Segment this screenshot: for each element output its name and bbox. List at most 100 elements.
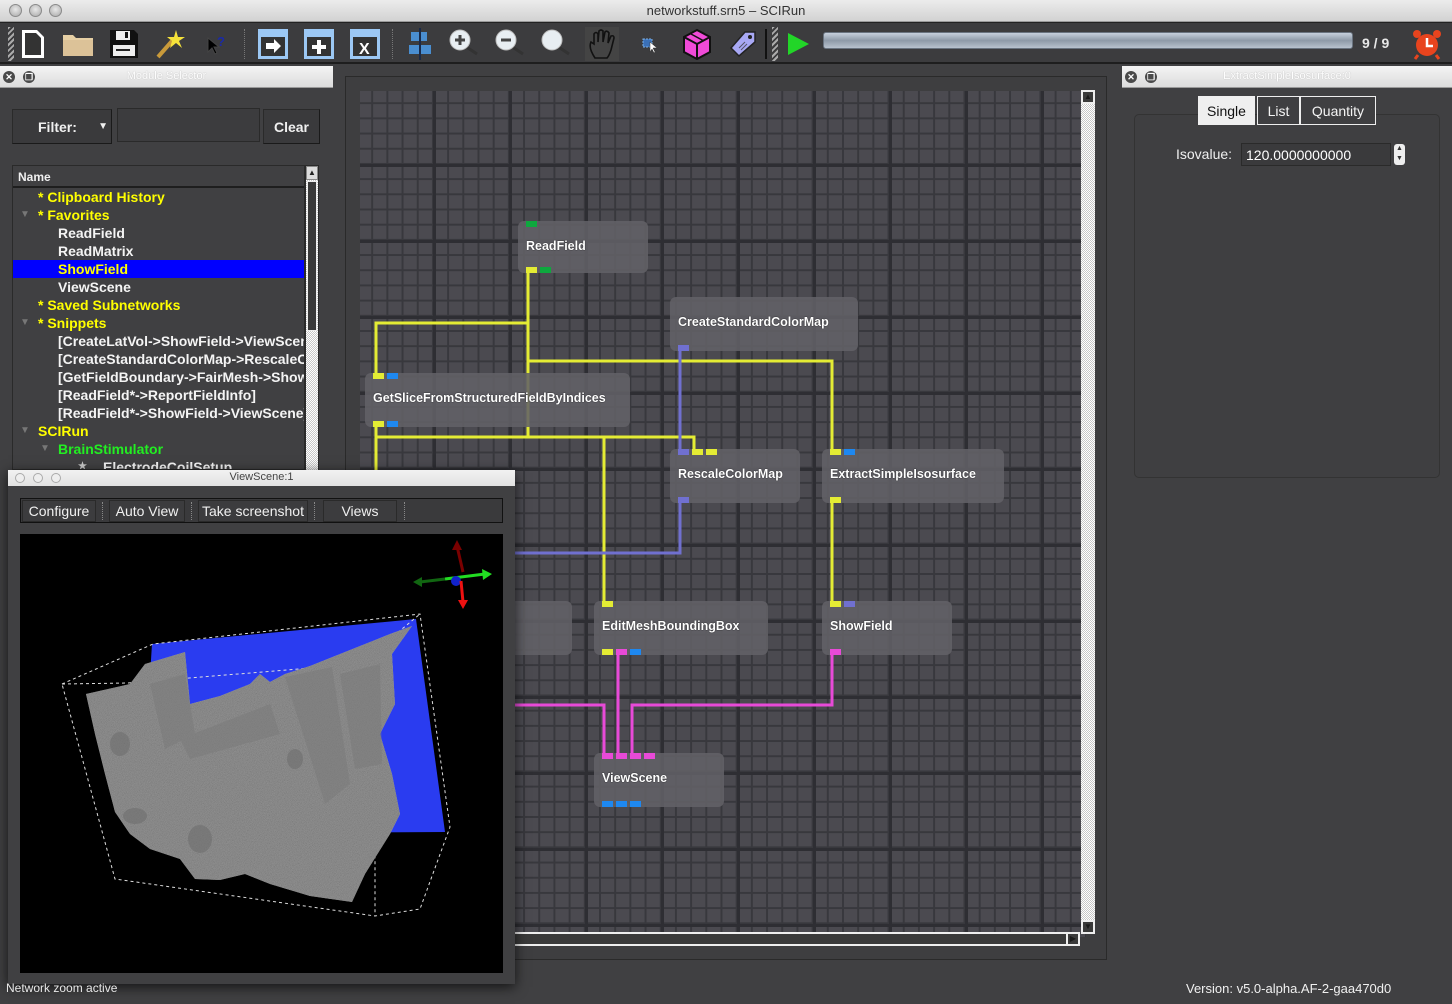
execute-all-button[interactable]	[781, 27, 815, 61]
new-network-button[interactable]	[16, 27, 50, 61]
input-port-geometry[interactable]	[616, 753, 627, 759]
module-getslice[interactable]: GetSliceFromStructuredFieldByIndices	[365, 373, 630, 427]
output-port-field[interactable]	[373, 421, 384, 427]
tree-item[interactable]: ShowField	[13, 260, 304, 278]
module-showfield[interactable]: ShowField	[822, 601, 952, 655]
output-port-dynamic[interactable]	[630, 801, 641, 807]
tree-item[interactable]: ★ ElectrodeCoilSetup	[13, 458, 304, 469]
isovalue-spinner[interactable]: ▲ ▼	[1394, 144, 1405, 165]
tree-item[interactable]: ▼ * Snippets	[13, 314, 304, 332]
zoom-reset-button[interactable]	[538, 27, 572, 61]
input-port-field[interactable]	[706, 449, 717, 455]
subnetwork-cube-button[interactable]	[680, 27, 714, 61]
tree-item[interactable]: [GetFieldBoundary->FairMesh->ShowField]	[13, 368, 304, 386]
module-editmeshboundingbox[interactable]: EditMeshBoundingBox	[594, 601, 768, 655]
module-viewscene[interactable]: ViewScene	[594, 753, 724, 807]
tree-item[interactable]: ▼ SCIRun	[13, 422, 304, 440]
magic-wand-button[interactable]	[153, 27, 187, 61]
alarm-button[interactable]	[1410, 27, 1444, 61]
tree-item[interactable]: ▼ * Favorites	[13, 206, 304, 224]
zoom-in-button[interactable]	[446, 27, 480, 61]
zoom-out-button[interactable]	[492, 27, 526, 61]
output-port-dynamic[interactable]	[387, 421, 398, 427]
filter-dropdown[interactable]: Filter: ▼	[12, 109, 112, 144]
expand-arrow-icon[interactable]: ▼	[40, 440, 50, 458]
input-port-field[interactable]	[373, 373, 384, 379]
input-port-field[interactable]	[830, 449, 841, 455]
output-port-geometry[interactable]	[616, 649, 627, 655]
input-port-geometry[interactable]	[602, 753, 613, 759]
output-port-colormap[interactable]	[678, 345, 689, 351]
output-port-field[interactable]	[602, 649, 613, 655]
output-port-colormap[interactable]	[678, 497, 689, 503]
toolbar-grip[interactable]	[8, 27, 14, 61]
expand-arrow-icon[interactable]: ▼	[20, 206, 30, 224]
input-port-field[interactable]	[602, 601, 613, 607]
tree-item[interactable]: ReadMatrix	[13, 242, 304, 260]
isovalue-input[interactable]	[1241, 143, 1391, 166]
whats-this-button[interactable]: ?	[199, 27, 233, 61]
connection-wire[interactable]	[500, 503, 682, 555]
dock-arrow-button[interactable]	[256, 27, 290, 61]
open-network-button[interactable]	[61, 27, 95, 61]
tab-quantity[interactable]: Quantity	[1300, 96, 1376, 125]
tree-item[interactable]: ReadField	[13, 224, 304, 242]
scroll-up-icon[interactable]: ▲	[306, 166, 318, 180]
viewscene-titlebar[interactable]: ViewScene:1	[8, 470, 515, 486]
scroll-right-icon[interactable]: ▶	[1066, 932, 1080, 946]
output-port-field[interactable]	[830, 497, 841, 503]
connection-wire[interactable]	[374, 273, 530, 373]
output-port-geometry[interactable]	[830, 649, 841, 655]
output-port-dynamic[interactable]	[616, 801, 627, 807]
views-button[interactable]: Views	[323, 500, 397, 522]
tree-item[interactable]: * Clipboard History	[13, 188, 304, 206]
input-port-geometry[interactable]	[630, 753, 641, 759]
align-modules-button[interactable]	[403, 27, 437, 61]
input-port-dynamic[interactable]	[844, 449, 855, 455]
scroll-down-icon[interactable]: ▼	[1081, 920, 1095, 934]
tag-button[interactable]	[726, 27, 760, 61]
configure-button[interactable]: Configure	[22, 500, 96, 522]
scrollbar-thumb[interactable]	[307, 181, 317, 331]
pan-mode-button[interactable]	[585, 27, 619, 61]
module-extractsimpleisosurface[interactable]: ExtractSimpleIsosurface	[822, 449, 1004, 503]
expand-arrow-icon[interactable]: ▼	[20, 314, 30, 332]
take-screenshot-button[interactable]: Take screenshot	[198, 500, 308, 522]
input-port-matrix[interactable]	[526, 221, 537, 227]
input-port-dynamic[interactable]	[387, 373, 398, 379]
module-rescalecolormap[interactable]: RescaleColorMap	[670, 449, 800, 503]
tree-item[interactable]: ▼ BrainStimulator	[13, 440, 304, 458]
tree-item[interactable]: [CreateStandardColorMap->RescaleColorMap…	[13, 350, 304, 368]
connection-wire[interactable]	[630, 655, 834, 753]
auto-view-button[interactable]: Auto View	[109, 500, 185, 522]
input-port-field[interactable]	[830, 601, 841, 607]
save-network-button[interactable]	[107, 27, 141, 61]
toolbar-grip-2[interactable]	[772, 27, 778, 61]
input-port-colormap[interactable]	[678, 449, 689, 455]
output-port-matrix[interactable]	[540, 267, 551, 273]
select-region-button[interactable]	[633, 27, 667, 61]
input-port-field[interactable]	[692, 449, 703, 455]
expand-arrow-icon[interactable]: ▼	[20, 422, 30, 440]
output-port-dynamic[interactable]	[602, 801, 613, 807]
tab-single[interactable]: Single	[1198, 96, 1255, 125]
network-vertical-scrollbar[interactable]: ▲ ▼	[1081, 90, 1095, 934]
tab-list[interactable]: List	[1257, 96, 1300, 125]
output-port-dynamic[interactable]	[630, 649, 641, 655]
tree-item[interactable]: [ReadField*->ReportFieldInfo]	[13, 386, 304, 404]
3d-render-view[interactable]	[20, 534, 503, 973]
input-port-geometry[interactable]	[644, 753, 655, 759]
input-port-colormap[interactable]	[844, 601, 855, 607]
output-port-field[interactable]	[526, 267, 537, 273]
dock-close-button[interactable]: X	[348, 27, 382, 61]
filter-input[interactable]	[117, 108, 260, 142]
module-readfield[interactable]: ReadField	[518, 221, 648, 273]
tree-item[interactable]: [ReadField*->ShowField->ViewScene]	[13, 404, 304, 422]
tree-column-header[interactable]: Name	[13, 166, 304, 188]
clear-filter-button[interactable]: Clear	[263, 109, 320, 144]
tree-item[interactable]: * Saved Subnetworks	[13, 296, 304, 314]
tree-item[interactable]: [CreateLatVol->ShowField->ViewScene]	[13, 332, 304, 350]
dock-add-button[interactable]	[302, 27, 336, 61]
connection-wire[interactable]	[500, 703, 606, 753]
module-createstandardcolormap[interactable]: CreateStandardColorMap	[670, 297, 858, 351]
